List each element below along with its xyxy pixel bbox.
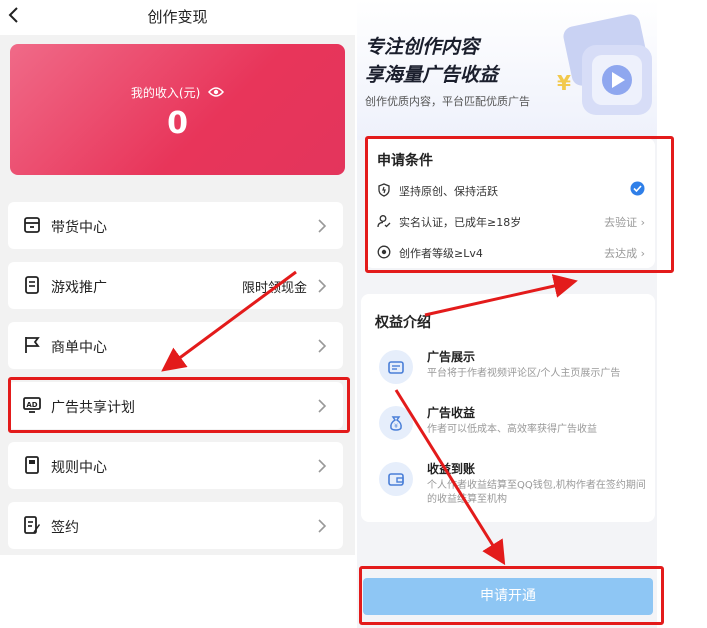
annotation-arrows [161, 270, 578, 566]
arrow-to-ad-sharing [161, 270, 297, 372]
arrow-to-conditions [424, 274, 578, 317]
arrow-to-apply [394, 389, 506, 566]
